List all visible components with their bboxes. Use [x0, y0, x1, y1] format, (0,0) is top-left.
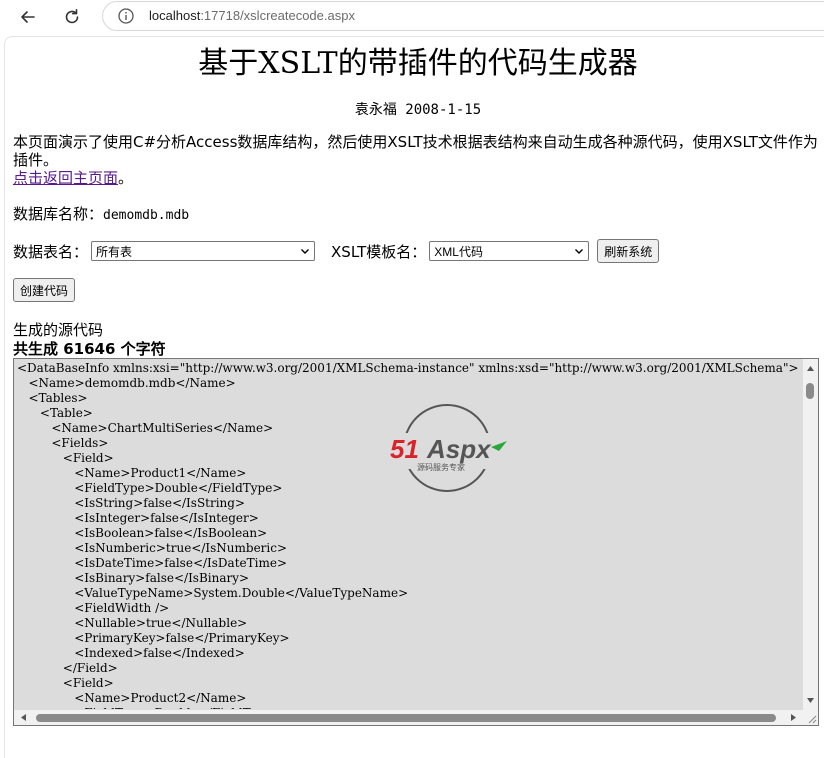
page-viewport: 基于XSLT的带插件的代码生成器 袁永福 2008-1-15 本页面演示了使用C… [4, 36, 824, 758]
code-line: </Field> [17, 661, 118, 675]
code-line: <IsInteger>false</IsInteger> [17, 511, 259, 525]
site-info-icon[interactable] [117, 7, 135, 25]
back-link-suffix: 。 [118, 169, 134, 187]
logo-aspx-text: Aspx [426, 434, 492, 464]
code-line: <FieldWidth /> [17, 601, 170, 615]
generated-char-count: 共生成 61646 个字符 [13, 340, 166, 358]
code-line: <PrimaryKey>false</PrimaryKey> [17, 631, 290, 645]
generated-code-textarea[interactable]: <DataBaseInfo xmlns:xsi="http://www.w3.o… [13, 358, 819, 726]
database-name-row: 数据库名称：demomdb.mdb [13, 203, 189, 224]
author-line: 袁永福 2008-1-15 [354, 102, 482, 118]
horizontal-scrollbar[interactable] [14, 710, 803, 725]
xslt-select-value: XML代码 [434, 244, 483, 259]
address-bar[interactable]: localhost:17718/xslcreatecode.aspx [102, 1, 824, 31]
generated-code-label: 生成的源代码 [13, 321, 104, 339]
code-line: <ValueTypeName>System.Double</ValueTypeN… [17, 586, 409, 600]
back-button[interactable] [14, 4, 42, 30]
url-host: localhost [149, 8, 201, 23]
logo-tagline: 源码服务专家 [417, 462, 465, 472]
xslt-template-select[interactable]: XML代码 [429, 241, 590, 261]
code-line: <Indexed>false</Indexed> [17, 646, 245, 660]
code-line: <IsString>false</IsString> [17, 496, 246, 510]
code-line: <Field> [17, 676, 114, 690]
vertical-scrollbar[interactable] [803, 359, 818, 710]
code-line: <IsBoolean>false</IsBoolean> [17, 526, 268, 540]
vertical-scroll-thumb[interactable] [806, 383, 814, 399]
chevron-down-icon [301, 249, 310, 254]
scroll-up-arrow-icon[interactable] [806, 364, 815, 373]
code-line: <IsBinary>false</IsBinary> [17, 571, 250, 585]
url-path: :17718/xslcreatecode.aspx [200, 8, 355, 23]
scroll-down-arrow-icon[interactable] [806, 696, 815, 705]
database-name-label: 数据库名称： [13, 205, 104, 223]
code-line: <IsNumberic>true</IsNumberic> [17, 541, 288, 555]
refresh-button[interactable]: 刷新系统 [597, 239, 660, 263]
code-line: <Nullable>true</Nullable> [17, 616, 248, 630]
back-arrow-icon [21, 11, 35, 23]
logo-51-text: 51 [390, 434, 419, 464]
reload-button[interactable] [58, 4, 86, 30]
resize-grip-icon[interactable] [803, 710, 818, 725]
back-home-link[interactable]: 点击返回主页面 [13, 169, 118, 187]
intro-text: 本页面演示了使用C#分析Access数据库结构，然后使用XSLT技术根据表结构来… [13, 133, 818, 169]
chevron-down-icon [575, 249, 584, 254]
code-line: <Name>demomdb.mdb</Name> [17, 376, 236, 390]
table-select-label: 数据表名： [13, 242, 89, 261]
horizontal-scroll-thumb[interactable] [36, 714, 776, 722]
code-line: <Name>Product2</Name> [17, 691, 247, 705]
create-code-button[interactable]: 创建代码 [13, 278, 76, 302]
intro-paragraph: 本页面演示了使用C#分析Access数据库结构，然后使用XSLT技术根据表结构来… [13, 133, 819, 187]
xslt-select-label: XSLT模板名： [331, 242, 427, 261]
code-line: <FieldType>Double</FieldType> [17, 706, 802, 709]
page-title: 基于XSLT的带插件的代码生成器 [198, 46, 638, 81]
code-line: <DataBaseInfo xmlns:xsi="http://www.w3.o… [17, 361, 799, 375]
table-select-value: 所有表 [96, 244, 133, 259]
scroll-right-arrow-icon[interactable] [789, 713, 798, 722]
database-name-value: demomdb.mdb [103, 208, 190, 223]
scroll-left-arrow-icon[interactable] [19, 713, 28, 722]
code-line: <IsDateTime>false</IsDateTime> [17, 556, 288, 570]
reload-icon [65, 9, 79, 24]
browser-toolbar: localhost:17718/xslcreatecode.aspx [0, 0, 824, 36]
selection-row: 数据表名： 所有表 XSLT模板名： XML代码 刷新系统 [13, 239, 660, 263]
table-select[interactable]: 所有表 [91, 241, 316, 261]
51aspx-watermark-logo: 51 Aspx 源码服务专家 [387, 404, 507, 492]
url-text[interactable]: localhost:17718/xslcreatecode.aspx [149, 8, 355, 23]
